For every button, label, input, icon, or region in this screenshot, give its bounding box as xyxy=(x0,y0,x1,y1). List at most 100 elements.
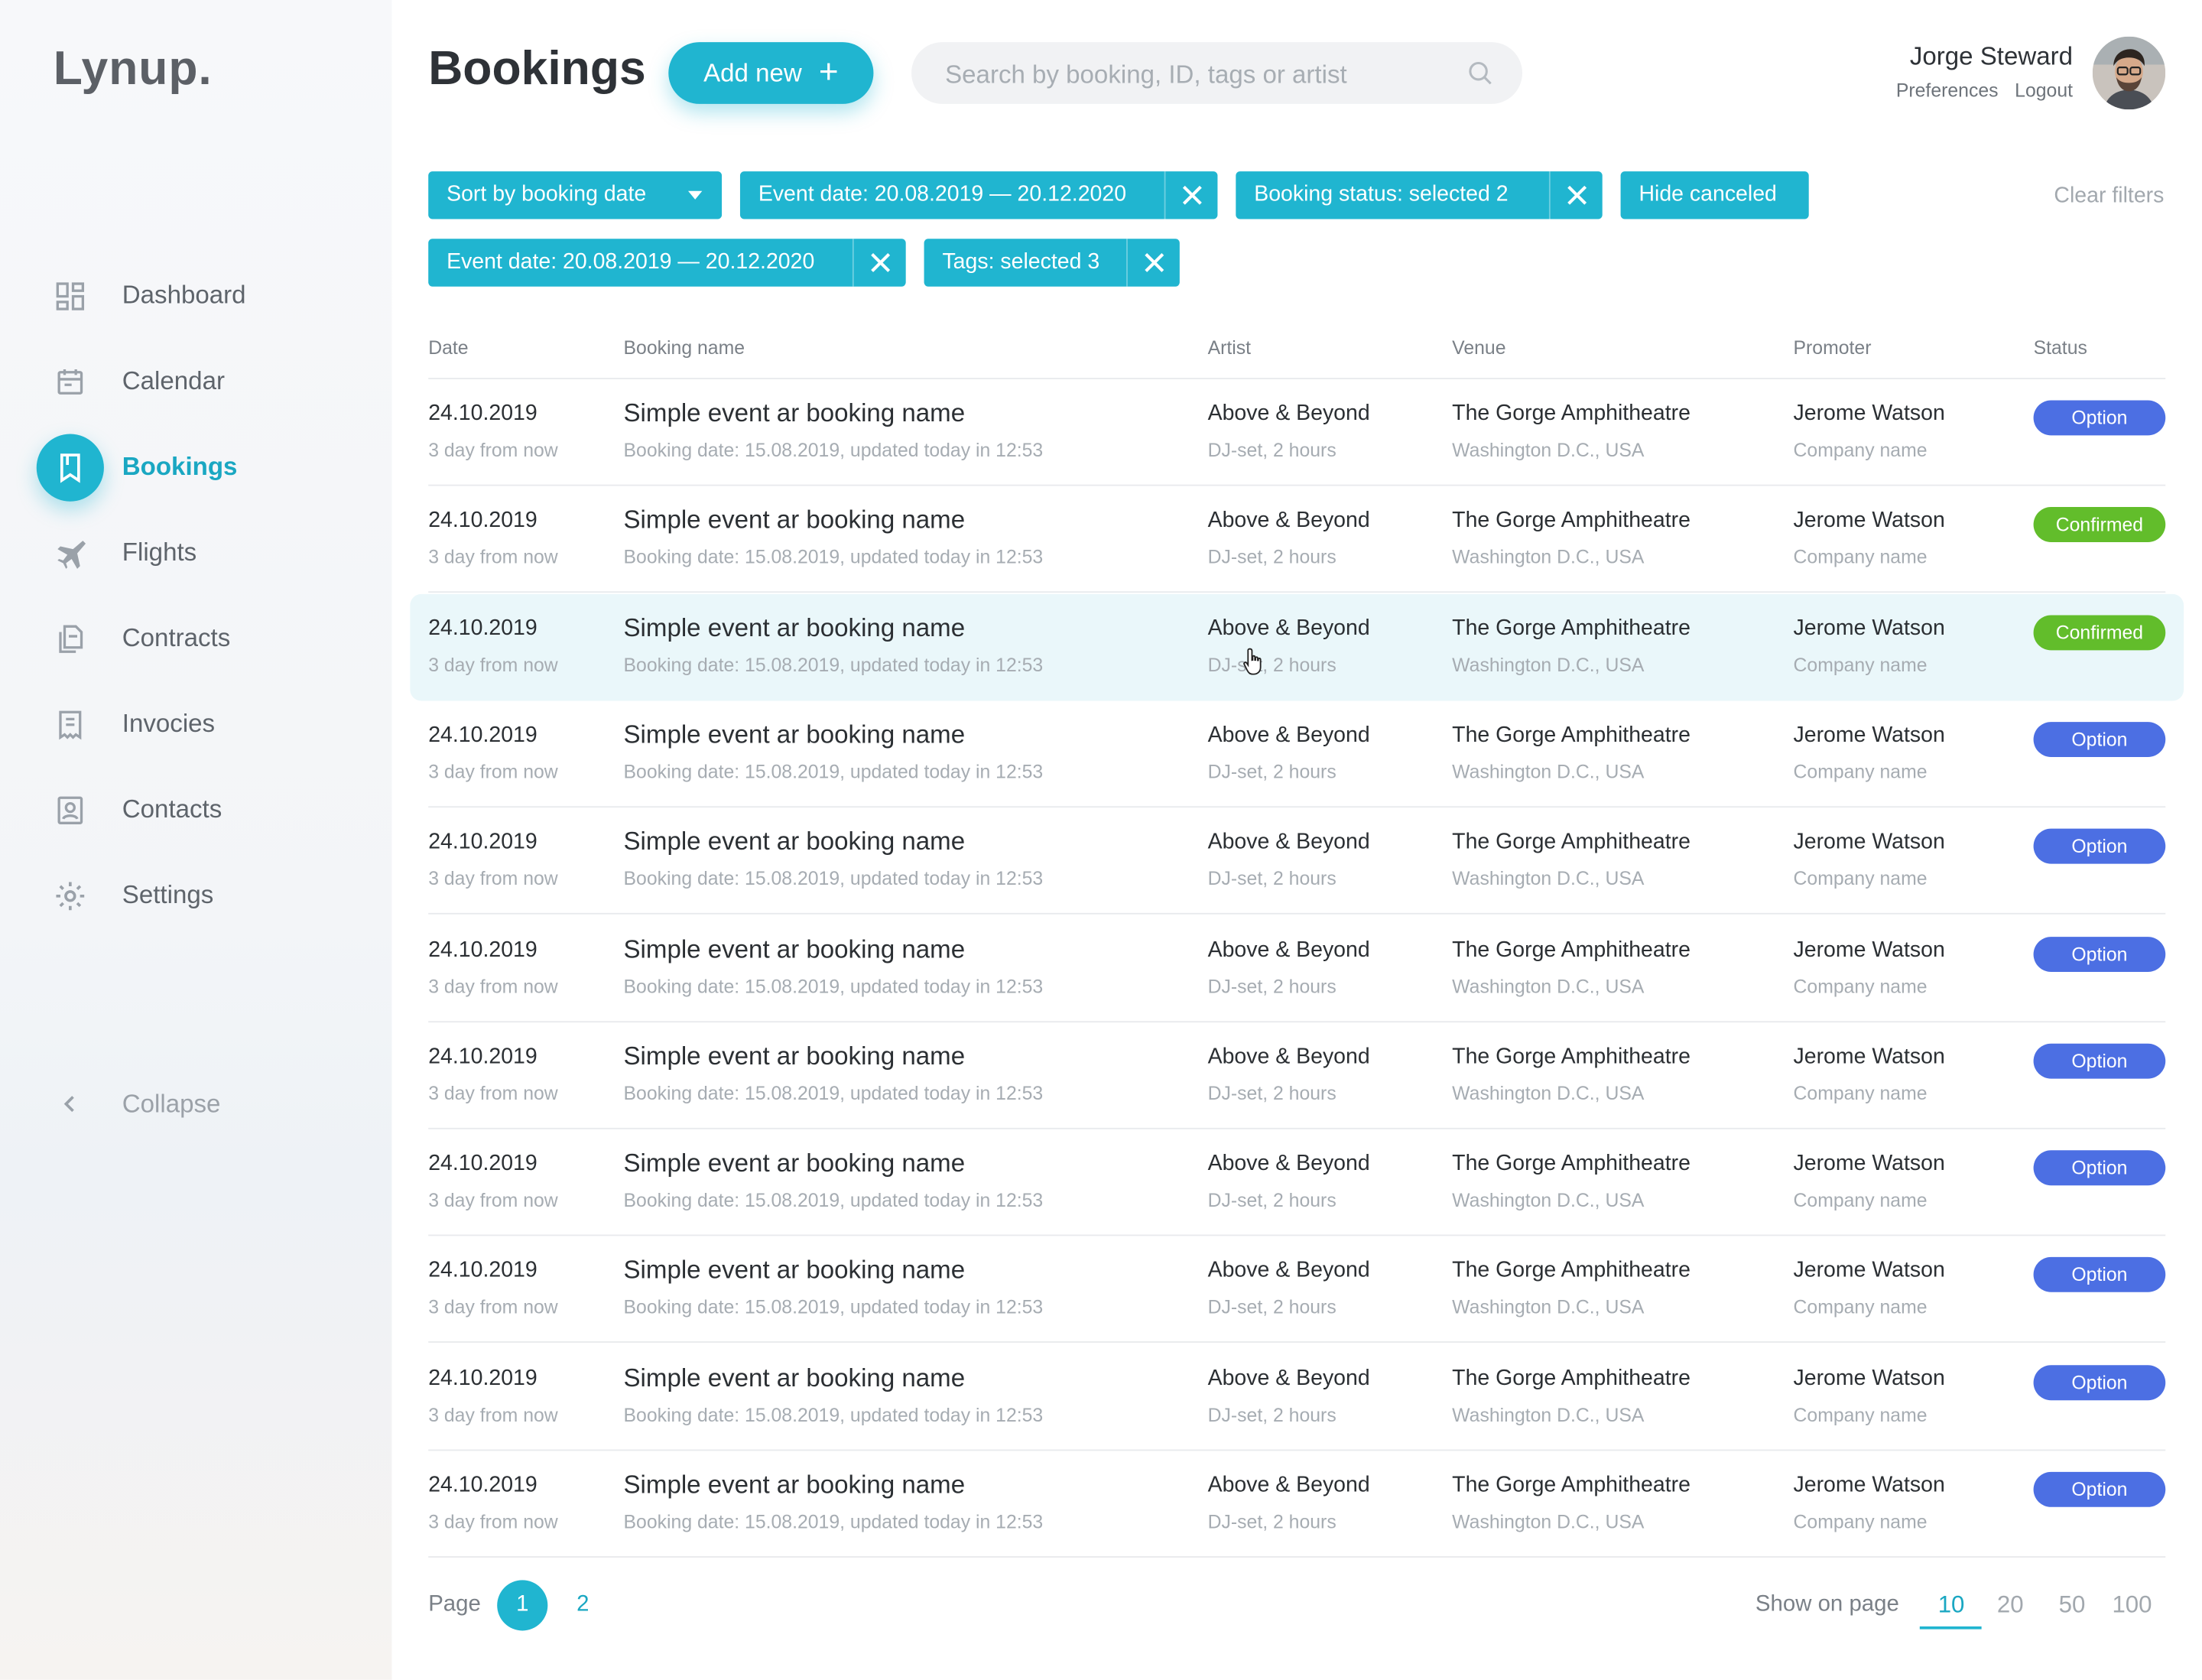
table-row[interactable]: 24.10.2019 3 day from now Simple event ar … xyxy=(410,1344,2184,1451)
venue-subtext: Washington D.C., USA xyxy=(1452,439,1645,461)
sidebar-item-label: Contracts xyxy=(122,623,231,652)
chip-label: Booking status: selected 2 xyxy=(1254,182,1509,206)
artist-subtext: DJ-set, 2 hours xyxy=(1207,761,1336,782)
column-header-status[interactable]: Status xyxy=(2034,337,2087,359)
row-divider xyxy=(428,591,2166,593)
documents-icon xyxy=(37,605,104,672)
table-row[interactable]: 24.10.2019 3 day from now Simple event ar … xyxy=(410,915,2184,1022)
venue-subtext: Washington D.C., USA xyxy=(1452,1404,1645,1425)
table-row[interactable]: 24.10.2019 3 day from now Simple event ar … xyxy=(410,1129,2184,1236)
venue-cell: The Gorge Amphitheatre xyxy=(1452,723,1690,747)
close-icon[interactable] xyxy=(852,239,906,287)
sidebar-item-flights[interactable]: Flights xyxy=(37,510,374,596)
close-icon[interactable] xyxy=(1548,171,1603,219)
column-header-promoter[interactable]: Promoter xyxy=(1794,337,1872,359)
page-size-20[interactable]: 20 xyxy=(1997,1591,2024,1620)
add-new-button[interactable]: Add new + xyxy=(668,42,874,104)
sidebar-item-bookings[interactable]: Bookings xyxy=(36,424,374,510)
venue-subtext: Washington D.C., USA xyxy=(1452,1189,1645,1211)
table-row[interactable]: 24.10.2019 3 day from now Simple event ar … xyxy=(410,808,2184,915)
filter-chip-booking-status[interactable]: Booking status: selected 2 xyxy=(1236,171,1603,219)
venue-cell: The Gorge Amphitheatre xyxy=(1452,1366,1690,1390)
contact-card-icon xyxy=(37,776,104,843)
date-subtext: 3 day from now xyxy=(428,1297,558,1318)
date-subtext: 3 day from now xyxy=(428,1511,558,1532)
table-row[interactable]: 24.10.2019 3 day from now Simple event ar … xyxy=(410,700,2184,808)
sidebar-item-dashboard[interactable]: Dashboard xyxy=(37,253,374,339)
venue-subtext: Washington D.C., USA xyxy=(1452,1511,1645,1532)
venue-subtext: Washington D.C., USA xyxy=(1452,1082,1645,1104)
column-header-venue[interactable]: Venue xyxy=(1452,337,1505,359)
booking-name-subtext: Booking date: 15.08.2019, updated today … xyxy=(623,1189,1044,1211)
table-row[interactable]: 24.10.2019 3 day from now Simple event ar … xyxy=(410,379,2184,486)
clear-filters-link[interactable]: Clear filters xyxy=(2054,184,2164,210)
plus-icon: + xyxy=(818,53,839,92)
close-icon[interactable] xyxy=(1164,171,1218,219)
artist-cell: Above & Beyond xyxy=(1207,830,1370,855)
booking-name-cell: Simple event ar booking name xyxy=(623,720,966,749)
status-badge: Option xyxy=(2033,1257,2166,1293)
promoter-subtext: Company name xyxy=(1793,1511,1928,1532)
search-input[interactable] xyxy=(942,42,1454,107)
page-size-50[interactable]: 50 xyxy=(2059,1591,2086,1620)
app-logo[interactable]: Lynup. xyxy=(54,42,213,97)
add-new-label: Add new xyxy=(703,58,802,86)
venue-cell: The Gorge Amphitheatre xyxy=(1452,401,1690,426)
venue-subtext: Washington D.C., USA xyxy=(1452,868,1645,889)
table-row[interactable]: 24.10.2019 3 day from now Simple event ar … xyxy=(410,1022,2184,1129)
date-cell: 24.10.2019 xyxy=(428,1366,538,1390)
gear-icon xyxy=(37,862,104,929)
date-subtext: 3 day from now xyxy=(428,1082,558,1104)
page-label: Page xyxy=(428,1592,481,1617)
venue-cell: The Gorge Amphitheatre xyxy=(1452,1045,1690,1069)
collapse-button[interactable]: Collapse xyxy=(37,1071,221,1138)
avatar[interactable] xyxy=(2092,36,2166,110)
logout-link[interactable]: Logout xyxy=(2015,80,2073,102)
venue-cell: The Gorge Amphitheatre xyxy=(1452,509,1690,533)
sidebar-item-contracts[interactable]: Contracts xyxy=(37,596,374,681)
page-button-1[interactable]: 1 xyxy=(497,1580,548,1631)
filter-chip-event-date[interactable]: Event date: 20.08.2019 — 20.12.2020 xyxy=(739,171,1218,219)
artist-subtext: DJ-set, 2 hours xyxy=(1207,975,1336,997)
sort-dropdown[interactable]: Sort by booking date xyxy=(428,171,723,219)
page-button-2[interactable]: 2 xyxy=(557,1580,608,1630)
date-subtext: 3 day from now xyxy=(428,868,558,889)
artist-cell: Above & Beyond xyxy=(1207,937,1370,962)
table-row[interactable]: 24.10.2019 3 day from now Simple event ar … xyxy=(410,1451,2184,1558)
promoter-subtext: Company name xyxy=(1793,761,1928,782)
column-header-date[interactable]: Date xyxy=(428,337,468,359)
venue-cell: The Gorge Amphitheatre xyxy=(1452,1152,1690,1176)
filter-chip-tags[interactable]: Tags: selected 3 xyxy=(924,239,1180,287)
airplane-icon xyxy=(37,519,104,587)
sidebar-item-contacts[interactable]: Contacts xyxy=(37,767,374,853)
sidebar-item-calendar[interactable]: Calendar xyxy=(37,339,374,424)
table-row[interactable]: 24.10.2019 3 day from now Simple event ar … xyxy=(410,486,2184,593)
filter-chip-event-date-2[interactable]: Event date: 20.08.2019 — 20.12.2020 xyxy=(428,239,906,287)
status-badge: Confirmed xyxy=(2033,614,2166,650)
table-row[interactable]: 24.10.2019 3 day from now Simple event ar … xyxy=(410,1236,2184,1344)
booking-name-cell: Simple event ar booking name xyxy=(623,827,966,856)
promoter-subtext: Company name xyxy=(1793,439,1928,461)
collapse-label: Collapse xyxy=(122,1089,221,1118)
artist-cell: Above & Beyond xyxy=(1207,616,1370,640)
close-icon[interactable] xyxy=(1126,239,1180,287)
preferences-link[interactable]: Preferences xyxy=(1896,80,1999,102)
page-size-100[interactable]: 100 xyxy=(2112,1591,2152,1620)
search-icon[interactable] xyxy=(1466,59,1495,87)
page-size-10[interactable]: 10 xyxy=(1938,1591,1965,1620)
table-row[interactable]: 24.10.2019 3 day from now Simple event ar … xyxy=(410,593,2184,700)
artist-subtext: DJ-set, 2 hours xyxy=(1207,1082,1336,1104)
artist-cell: Above & Beyond xyxy=(1207,1366,1370,1390)
booking-name-cell: Simple event ar booking name xyxy=(623,1363,966,1392)
artist-subtext: DJ-set, 2 hours xyxy=(1207,439,1336,461)
date-subtext: 3 day from now xyxy=(428,1404,558,1425)
column-header-booking-name[interactable]: Booking name xyxy=(624,337,745,359)
booking-name-subtext: Booking date: 15.08.2019, updated today … xyxy=(623,868,1044,889)
promoter-subtext: Company name xyxy=(1793,547,1928,568)
artist-cell: Above & Beyond xyxy=(1207,509,1370,533)
sidebar-item-settings[interactable]: Settings xyxy=(37,853,374,938)
column-header-artist[interactable]: Artist xyxy=(1208,337,1252,359)
sidebar-item-invoices[interactable]: Invocies xyxy=(37,681,374,767)
filter-chip-hide-canceled[interactable]: Hide canceled xyxy=(1620,171,1809,219)
artist-cell: Above & Beyond xyxy=(1207,723,1370,747)
